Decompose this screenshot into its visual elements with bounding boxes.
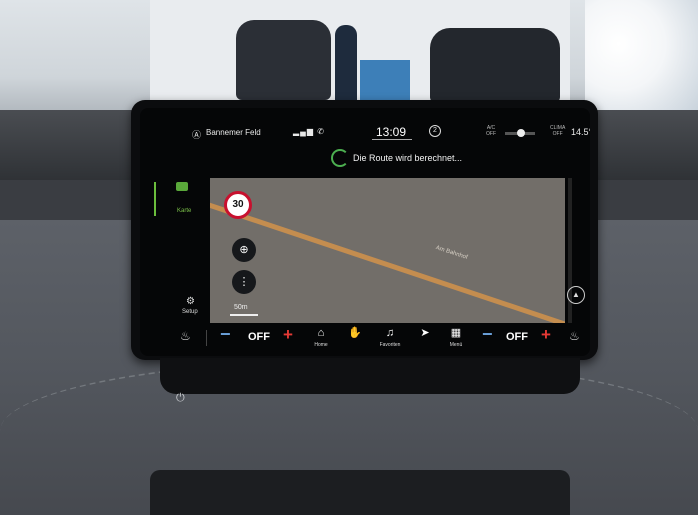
bottom-bar: ♨ − OFF + ⌂ Home ✋ ♫ Favoriten ➤ ▦ Menü … [140, 320, 590, 356]
map-road [210, 196, 565, 323]
dock-label: Favoriten [379, 342, 401, 348]
hand-icon: ✋ [348, 327, 362, 339]
status-bar: Ⓐ Bannemer Feld ▂▄▆ ✆ 13:09 2 A/C OFF CL… [140, 108, 590, 152]
bright-window [585, 0, 698, 110]
route-status-message: Die Route wird berechnet... [353, 153, 463, 163]
air-vent [150, 470, 570, 515]
dock-favoriten[interactable]: ♫ Favoriten [376, 326, 404, 348]
loading-spinner-icon [331, 149, 349, 167]
speed-limit-sign: 30 [224, 191, 252, 219]
temp-right-value: OFF [506, 331, 528, 343]
outside-temperature: 14.5°C [571, 127, 590, 137]
side-rail: Karte ⚙ Setup [154, 174, 198, 324]
navigation-source-icon: Ⓐ [192, 130, 202, 140]
power-icon[interactable]: ⏻ [176, 392, 185, 405]
seat-heating-icon[interactable]: ♨ [569, 329, 580, 343]
divider [206, 330, 207, 346]
background-car [236, 20, 331, 100]
dock-menu[interactable]: ▦ Menü [442, 326, 470, 348]
notification-badge[interactable]: 2 [429, 125, 441, 137]
grid-icon: ▦ [450, 327, 462, 339]
map-icon [176, 182, 188, 191]
map-layer-button[interactable]: ⊕ [232, 238, 256, 262]
rail-item-karte[interactable]: Karte [154, 182, 198, 216]
clock-underline [372, 139, 412, 140]
dock-hand[interactable]: ✋ [341, 326, 369, 340]
rail-item-setup[interactable]: Setup [182, 309, 198, 315]
map-options-button[interactable]: ⋮ [232, 270, 256, 294]
map-scale: 50m [234, 304, 248, 311]
home-icon: ⌂ [317, 327, 325, 339]
temp-left-minus-button[interactable]: − [220, 324, 231, 345]
dock-label: Home [314, 342, 328, 348]
dock-navigation[interactable]: ➤ [411, 326, 439, 340]
screen-shelf [160, 358, 580, 394]
ac-status[interactable]: A/C OFF [486, 125, 496, 137]
road-name-label: Am Bahnhof [434, 245, 469, 261]
temp-right-minus-button[interactable]: − [482, 324, 493, 345]
map-scale-bar [230, 314, 258, 316]
infotainment-screen: Ⓐ Bannemer Feld ▂▄▆ ✆ 13:09 2 A/C OFF CL… [140, 108, 590, 356]
temp-left-value: OFF [248, 331, 270, 343]
music-note-icon: ♫ [385, 327, 395, 339]
dock-home[interactable]: ⌂ Home [307, 326, 335, 348]
seat-heating-icon[interactable]: ♨ [180, 329, 191, 343]
temp-left-plus-button[interactable]: + [283, 325, 293, 345]
temp-right-plus-button[interactable]: + [541, 325, 551, 345]
background-person [335, 25, 357, 103]
arrow-navigation-icon: ➤ [420, 327, 430, 339]
rail-item-label: Karte [177, 208, 192, 214]
fan-slider-knob[interactable] [517, 129, 525, 137]
clock[interactable]: 13:09 [376, 125, 406, 139]
navigation-map[interactable]: Am Bahnhof 30 ⊕ ⋮ 50m [210, 178, 565, 323]
gear-icon[interactable]: ⚙ [186, 296, 195, 307]
background-car [430, 28, 560, 103]
compass-icon[interactable]: ▲ [567, 286, 585, 304]
nav-source-label: Bannemer Feld [206, 128, 261, 137]
clima-status[interactable]: CLIMA OFF [550, 125, 565, 137]
dock-label: Menü [449, 342, 463, 348]
background-cabinet [360, 60, 410, 102]
signal-icon: ▂▄▆ ✆ [293, 127, 325, 136]
